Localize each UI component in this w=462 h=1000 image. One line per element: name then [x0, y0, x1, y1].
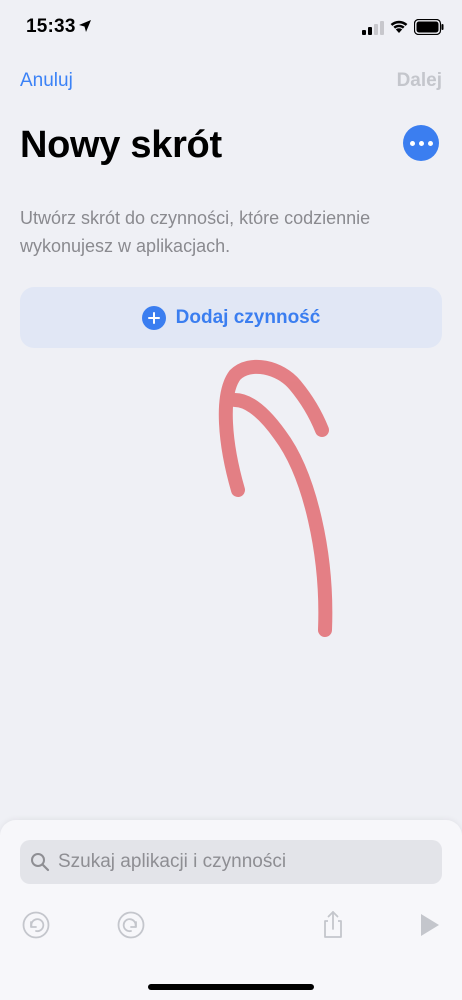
share-icon[interactable] [318, 910, 348, 940]
ellipsis-icon [409, 140, 415, 146]
home-indicator[interactable] [148, 984, 314, 990]
search-input[interactable] [58, 851, 428, 873]
bottom-sheet [0, 820, 462, 1000]
battery-icon [414, 19, 444, 35]
page-title: Nowy skrót [20, 124, 222, 166]
cancel-button[interactable]: Anuluj [20, 70, 73, 92]
search-bar[interactable] [20, 840, 442, 884]
location-arrow-icon [79, 20, 91, 32]
hand-drawn-arrow [218, 359, 333, 637]
add-action-label: Dodaj czynność [175, 306, 321, 328]
redo-icon[interactable] [116, 910, 146, 940]
more-options-button[interactable] [403, 125, 439, 161]
ellipsis-dot [418, 140, 424, 146]
status-time: 15:33 [26, 16, 76, 37]
add-action-button[interactable]: Dodaj czynność [20, 287, 442, 348]
play-icon[interactable] [414, 910, 444, 940]
status-bar: 15:33 [0, 0, 462, 56]
description-text: Utwórz skrót do czynności, które codzien… [20, 208, 371, 256]
ellipsis-dot [427, 140, 433, 146]
wifi-icon [390, 20, 408, 33]
plus-circle-icon [141, 305, 166, 330]
editor-toolbar [0, 910, 462, 950]
undo-icon[interactable] [21, 910, 51, 940]
search-icon [31, 853, 50, 872]
next-button[interactable]: Dalej [397, 70, 442, 92]
cellular-signal-icon [362, 21, 384, 35]
